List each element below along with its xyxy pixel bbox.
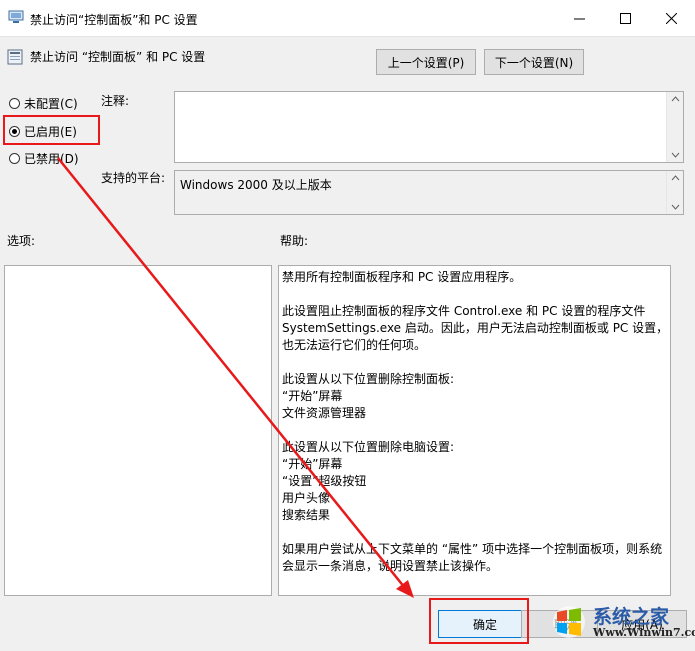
title-bar: 禁止访问“控制面板”和 PC 设置 [0,0,695,37]
help-line: 此设置从以下位置删除电脑设置: [282,440,455,454]
maximize-button[interactable] [602,0,648,36]
minimize-button[interactable] [556,0,602,36]
watermark: 系统之家 Www.Winwin7.com [545,600,695,645]
annotation-highlight-enabled [3,115,100,145]
scroll-up-icon[interactable] [667,171,683,185]
radio-disabled[interactable]: 已禁用(D) [9,149,79,167]
help-line: 此设置阻止控制面板的程序文件 Control.exe 和 PC 设置的程序文件 [282,304,646,318]
radio-circle [9,152,20,164]
maximize-icon [619,12,631,24]
close-icon [665,12,677,24]
help-line: SystemSettings.exe 启动。因此，用户无法启动控制面板或 PC … [282,321,669,335]
help-line: 会显示一条消息，说明设置禁止该操作。 [282,559,499,573]
scroll-down-icon[interactable] [667,200,683,214]
radio-not-configured[interactable]: 未配置(C) [9,94,78,112]
help-line [282,354,666,371]
platform-scrollbar[interactable] [666,171,683,214]
help-line: 此设置从以下位置删除控制面板: [282,372,455,386]
platform-field: Windows 2000 及以上版本 [174,170,684,215]
help-line [282,422,666,439]
help-line: 文件资源管理器 [282,406,367,420]
help-line: “开始”屏幕 [282,389,343,403]
help-line: 如果用户尝试从上下文菜单的 “属性” 项中选择一个控制面板项，则系统 [282,542,663,556]
group-policy-icon [8,10,24,23]
comment-label: 注释: [101,94,130,108]
scroll-down-icon[interactable] [667,148,683,162]
options-panel [4,265,272,596]
radio-label: 已禁用(D) [24,151,79,166]
help-line: “开始”屏幕 [282,457,343,471]
help-line: 禁用所有控制面板程序和 PC 设置应用程序。 [282,270,522,284]
previous-setting-button[interactable]: 上一个设置(P) [376,49,476,75]
policy-setting-icon [7,49,23,65]
comment-scrollbar[interactable] [666,92,683,162]
next-setting-button[interactable]: 下一个设置(N) [484,49,584,75]
help-label: 帮助: [280,234,309,248]
radio-label: 未配置(C) [24,96,78,111]
help-line: 也无法运行它们的任何项。 [282,338,427,352]
help-panel: 禁用所有控制面板程序和 PC 设置应用程序。 此设置阻止控制面板的程序文件 Co… [278,265,671,596]
close-button[interactable] [648,0,694,36]
comment-textarea[interactable] [174,91,684,163]
platform-label: 支持的平台: [101,171,166,185]
annotation-highlight-ok [429,598,529,644]
scroll-up-icon[interactable] [667,92,683,106]
help-line: 搜索结果 [282,508,331,522]
watermark-url: Www.Winwin7.com [593,626,695,639]
windows-logo-icon [553,606,585,638]
help-line [282,524,666,541]
help-text: 禁用所有控制面板程序和 PC 设置应用程序。 此设置阻止控制面板的程序文件 Co… [282,269,669,575]
help-line: “设置”超级按钮 [282,474,367,488]
platform-value: Windows 2000 及以上版本 [180,178,332,192]
options-label: 选项: [7,234,36,248]
help-line: 用户头像 [282,491,331,505]
window-title: 禁止访问“控制面板”和 PC 设置 [30,13,198,27]
watermark-text: 系统之家 [593,606,670,628]
setting-title: 禁止访问 “控制面板” 和 PC 设置 [30,50,206,64]
minimize-icon [573,18,585,19]
help-line [282,286,666,303]
radio-circle [9,97,20,109]
